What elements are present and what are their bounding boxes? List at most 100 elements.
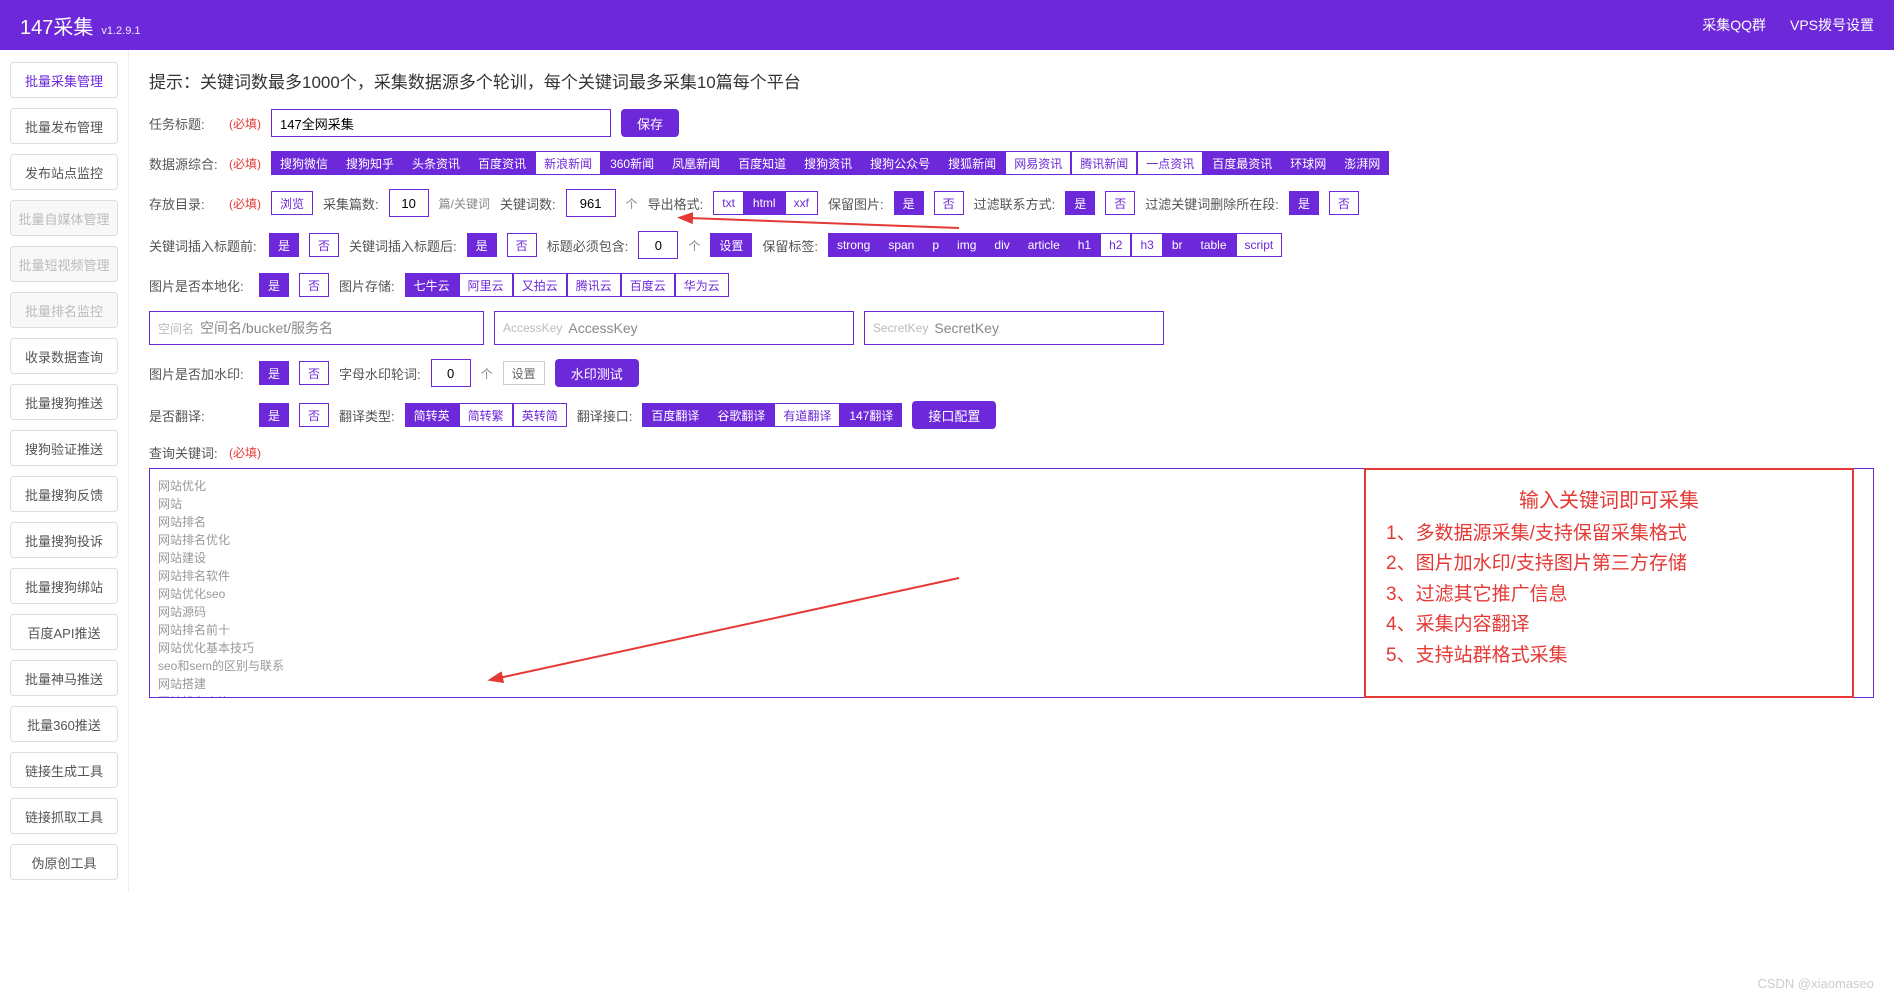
option-tag[interactable]: h2 (1100, 233, 1131, 257)
access-key-input[interactable]: AccessKey AccessKey (494, 311, 854, 345)
yes-toggle[interactable]: 是 (259, 403, 289, 427)
set-button[interactable]: 设置 (503, 361, 545, 385)
rotate-input[interactable] (431, 359, 471, 387)
no-toggle[interactable]: 否 (1105, 191, 1135, 215)
watermark-test-button[interactable]: 水印测试 (555, 359, 639, 387)
option-tag[interactable]: 搜狗微信 (271, 151, 337, 175)
sidebar-item[interactable]: 搜狗验证推送 (10, 430, 118, 466)
option-tag[interactable]: 阿里云 (459, 273, 513, 297)
space-name-input[interactable]: 空间名 空间名/bucket/服务名 (149, 311, 484, 345)
option-tag[interactable]: p (923, 233, 948, 257)
option-tag[interactable]: article (1019, 233, 1069, 257)
sidebar-item[interactable]: 批量搜狗推送 (10, 384, 118, 420)
option-tag[interactable]: txt (713, 191, 744, 215)
sidebar-item[interactable]: 批量采集管理 (10, 62, 118, 98)
keep-img-label: 保留图片: (828, 194, 884, 213)
option-tag[interactable]: 头条资讯 (403, 151, 469, 175)
option-tag[interactable]: 搜狐新闻 (939, 151, 1005, 175)
yes-toggle[interactable]: 是 (269, 233, 299, 257)
sidebar-item[interactable]: 批量搜狗绑站 (10, 568, 118, 604)
option-tag[interactable]: 搜狗公众号 (861, 151, 939, 175)
option-tag[interactable]: 环球网 (1281, 151, 1335, 175)
yes-toggle[interactable]: 是 (467, 233, 497, 257)
option-tag[interactable]: 谷歌翻译 (708, 403, 774, 427)
option-tag[interactable]: 百度资讯 (469, 151, 535, 175)
link-qq-group[interactable]: 采集QQ群 (1702, 15, 1766, 35)
option-tag[interactable]: 百度云 (621, 273, 675, 297)
option-tag[interactable]: strong (828, 233, 879, 257)
option-tag[interactable]: 百度最资讯 (1203, 151, 1281, 175)
option-tag[interactable]: 澎湃网 (1335, 151, 1389, 175)
no-toggle[interactable]: 否 (507, 233, 537, 257)
yes-toggle[interactable]: 是 (894, 191, 924, 215)
sidebar-item[interactable]: 伪原创工具 (10, 844, 118, 880)
required-mark: (必填) (229, 115, 261, 132)
option-tag[interactable]: 百度翻译 (642, 403, 708, 427)
set-button[interactable]: 设置 (710, 233, 752, 257)
option-tag[interactable]: h3 (1131, 233, 1162, 257)
no-toggle[interactable]: 否 (299, 361, 329, 385)
option-tag[interactable]: 又拍云 (513, 273, 567, 297)
contain-input[interactable] (638, 231, 678, 259)
count-input[interactable] (389, 189, 429, 217)
browse-button[interactable]: 浏览 (271, 191, 313, 215)
sidebar-item[interactable]: 批量发布管理 (10, 108, 118, 144)
option-tag[interactable]: 新浪新闻 (535, 151, 601, 175)
no-toggle[interactable]: 否 (934, 191, 964, 215)
option-tag[interactable]: 腾讯云 (567, 273, 621, 297)
count-unit: 篇/关键词 (439, 195, 490, 212)
yes-toggle[interactable]: 是 (1289, 191, 1319, 215)
no-toggle[interactable]: 否 (1329, 191, 1359, 215)
option-tag[interactable]: table (1192, 233, 1236, 257)
option-tag[interactable]: xxf (785, 191, 818, 215)
option-tag[interactable]: h1 (1069, 233, 1100, 257)
option-tag[interactable]: 腾讯新闻 (1071, 151, 1137, 175)
option-tag[interactable]: html (744, 191, 785, 215)
option-tag[interactable]: 360新闻 (601, 151, 663, 175)
sidebar-item[interactable]: 批量搜狗反馈 (10, 476, 118, 512)
no-toggle[interactable]: 否 (299, 273, 329, 297)
option-tag[interactable]: div (985, 233, 1018, 257)
option-tag[interactable]: 英转简 (513, 403, 567, 427)
option-tag[interactable]: 百度知道 (729, 151, 795, 175)
option-tag[interactable]: script (1236, 233, 1283, 257)
yes-toggle[interactable]: 是 (259, 273, 289, 297)
sidebar-item[interactable]: 发布站点监控 (10, 154, 118, 190)
option-tag[interactable]: 简转繁 (459, 403, 513, 427)
save-button[interactable]: 保存 (621, 109, 679, 137)
yes-toggle[interactable]: 是 (1065, 191, 1095, 215)
link-vps-settings[interactable]: VPS拨号设置 (1790, 15, 1874, 35)
option-tag[interactable]: 网易资讯 (1005, 151, 1071, 175)
task-title-input[interactable] (271, 109, 611, 137)
sidebar-item[interactable]: 收录数据查询 (10, 338, 118, 374)
no-toggle[interactable]: 否 (299, 403, 329, 427)
api-config-button[interactable]: 接口配置 (912, 401, 996, 429)
no-toggle[interactable]: 否 (309, 233, 339, 257)
sidebar-item[interactable]: 链接抓取工具 (10, 798, 118, 834)
sidebar-item[interactable]: 批量360推送 (10, 706, 118, 742)
option-tag[interactable]: img (948, 233, 985, 257)
yes-toggle[interactable]: 是 (259, 361, 289, 385)
option-tag[interactable]: 凤凰新闻 (663, 151, 729, 175)
option-tag[interactable]: 简转英 (405, 403, 459, 427)
sidebar-item[interactable]: 百度API推送 (10, 614, 118, 650)
rotate-unit: 个 (481, 365, 493, 382)
sidebar-item[interactable]: 批量搜狗投诉 (10, 522, 118, 558)
option-tag[interactable]: 搜狗资讯 (795, 151, 861, 175)
option-tag[interactable]: br (1163, 233, 1192, 257)
kw-count-input[interactable] (566, 189, 616, 217)
option-tag[interactable]: span (879, 233, 923, 257)
option-tag[interactable]: 搜狗知乎 (337, 151, 403, 175)
sidebar-item: 批量短视频管理 (10, 246, 118, 282)
keywords-textarea[interactable] (149, 468, 1874, 698)
option-tag[interactable]: 有道翻译 (774, 403, 840, 427)
export-label: 导出格式: (648, 194, 704, 213)
option-tag[interactable]: 一点资讯 (1137, 151, 1203, 175)
insert-after-label: 关键词插入标题后: (349, 236, 457, 255)
sidebar-item[interactable]: 批量神马推送 (10, 660, 118, 696)
secret-key-input[interactable]: SecretKey SecretKey (864, 311, 1164, 345)
option-tag[interactable]: 七牛云 (405, 273, 459, 297)
option-tag[interactable]: 华为云 (675, 273, 729, 297)
sidebar-item[interactable]: 链接生成工具 (10, 752, 118, 788)
option-tag[interactable]: 147翻译 (840, 403, 902, 427)
